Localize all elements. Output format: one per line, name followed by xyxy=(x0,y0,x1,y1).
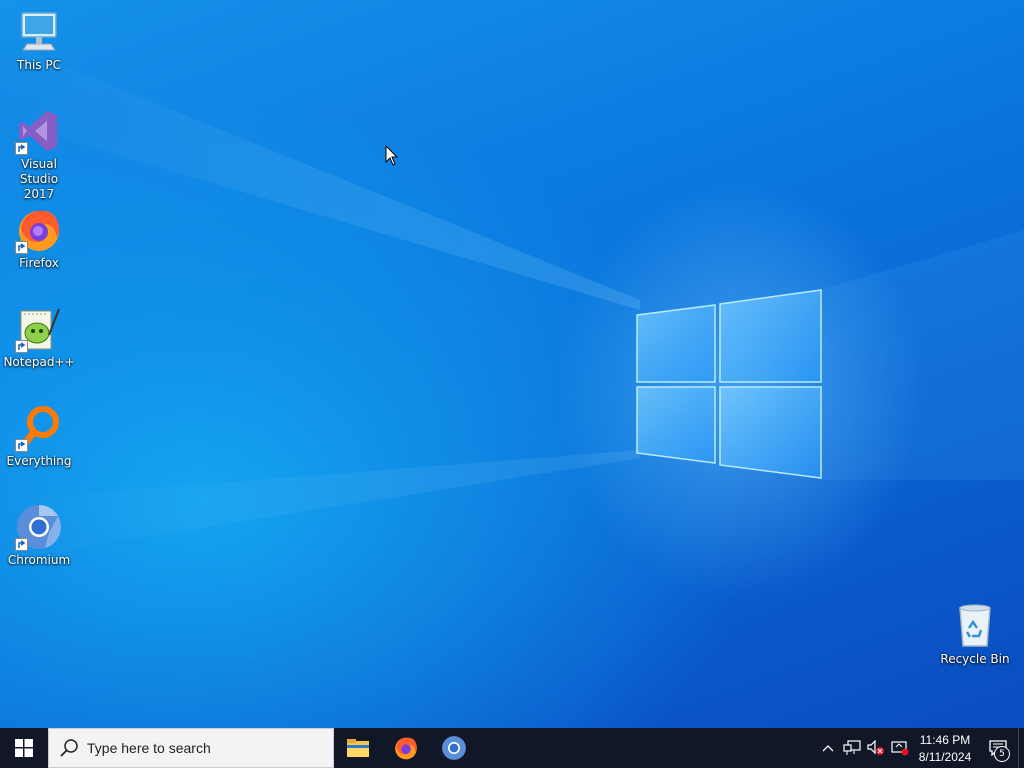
notepadpp-icon xyxy=(15,305,63,353)
clock-time: 11:46 PM xyxy=(919,733,971,747)
system-tray: 11:46 PM 8/11/2024 5 xyxy=(816,728,1024,768)
network-button[interactable] xyxy=(840,728,864,768)
taskbar-clock[interactable]: 11:46 PM 8/11/2024 xyxy=(912,730,978,766)
volume-muted-icon xyxy=(867,740,884,755)
desktop-icon-notepadpp[interactable]: Notepad++ xyxy=(1,305,77,370)
desktop-icon-firefox[interactable]: Firefox xyxy=(1,206,77,271)
windows-logo-icon xyxy=(15,739,33,757)
volume-button[interactable] xyxy=(864,728,888,768)
shortcut-arrow-icon xyxy=(15,340,28,353)
desktop-icon-label: Notepad++ xyxy=(3,355,75,369)
firefox-icon xyxy=(15,206,63,254)
desktop-icon-recycle-bin[interactable]: Recycle Bin xyxy=(937,602,1013,667)
desktop-icon-label: Visual Studio 2017 xyxy=(19,157,59,201)
search-icon xyxy=(60,739,78,757)
file-explorer-icon xyxy=(347,739,369,757)
this-pc-icon xyxy=(15,8,63,56)
shortcut-arrow-icon xyxy=(15,241,28,254)
desktop-icon-label: Firefox xyxy=(19,256,59,270)
show-desktop-button[interactable] xyxy=(1018,728,1024,768)
start-button[interactable] xyxy=(0,728,48,768)
wallpaper xyxy=(0,0,1024,728)
chromium-icon xyxy=(15,503,63,551)
desktop-icon-visual-studio[interactable]: Visual Studio 2017 xyxy=(1,107,77,202)
taskbar: Type here to search 11:46 PM 8/11/2024 5 xyxy=(0,728,1024,768)
recycle-bin-icon xyxy=(951,602,999,650)
desktop-icon-label: Chromium xyxy=(7,553,71,567)
taskbar-search-box[interactable]: Type here to search xyxy=(48,728,334,768)
chevron-up-icon xyxy=(822,745,834,752)
shortcut-arrow-icon xyxy=(15,142,28,155)
clock-date: 8/11/2024 xyxy=(918,750,972,764)
visual-studio-icon xyxy=(15,107,63,155)
mouse-cursor-icon xyxy=(385,145,399,166)
show-hidden-icons-button[interactable] xyxy=(816,728,840,768)
network-icon xyxy=(843,740,861,755)
shortcut-arrow-icon xyxy=(15,439,28,452)
desktop-screen: This PC Visual Studio 2017 Firefox Notep… xyxy=(0,0,1024,768)
shortcut-arrow-icon xyxy=(15,538,28,551)
security-alert-icon xyxy=(891,741,909,756)
security-button[interactable] xyxy=(888,728,912,768)
desktop-icon-label: This PC xyxy=(17,58,61,72)
everything-icon xyxy=(15,404,63,452)
taskbar-app-chromium[interactable] xyxy=(430,728,478,768)
search-placeholder: Type here to search xyxy=(87,740,211,756)
desktop-icon-chromium[interactable]: Chromium xyxy=(1,503,77,568)
firefox-icon xyxy=(395,737,417,760)
taskbar-app-file-explorer[interactable] xyxy=(334,728,382,768)
chromium-icon xyxy=(442,736,466,760)
taskbar-app-firefox[interactable] xyxy=(382,728,430,768)
desktop-icon-label: Recycle Bin xyxy=(940,652,1010,666)
desktop-icon-this-pc[interactable]: This PC xyxy=(1,8,77,73)
desktop-icon-everything[interactable]: Everything xyxy=(1,404,77,469)
desktop-icon-label: Everything xyxy=(6,454,72,468)
notification-count-badge: 5 xyxy=(994,746,1010,762)
action-center-button[interactable]: 5 xyxy=(978,728,1018,768)
